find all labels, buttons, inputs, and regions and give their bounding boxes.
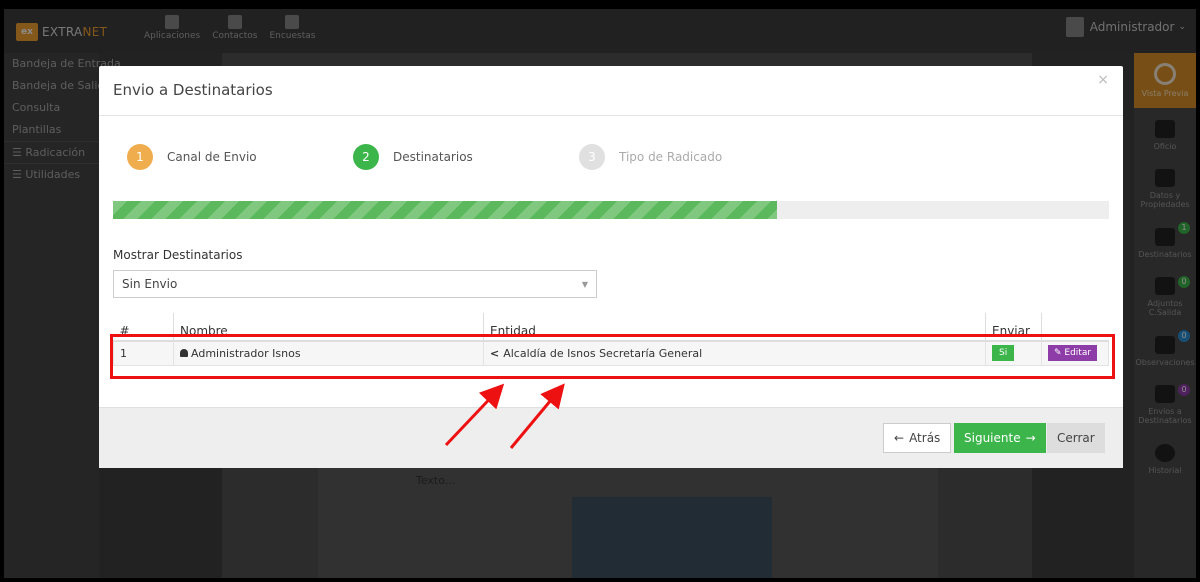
cell-nombre: Administrador Isnos: [173, 340, 484, 366]
cerrar-button[interactable]: Cerrar: [1047, 423, 1105, 453]
caret-down-icon: ▼: [581, 279, 588, 289]
cell-acciones: ✎ Editar: [1041, 340, 1109, 366]
col-nombre[interactable]: Nombre: [173, 313, 484, 342]
mostrar-destinatarios-select[interactable]: Sin Envio ▼: [113, 270, 597, 298]
table-row: 1 Administrador Isnos < Alcaldía de Isnos…: [113, 340, 1109, 366]
step-label: Destinatarios: [393, 150, 473, 164]
mostrar-destinatarios-label: Mostrar Destinatarios: [113, 248, 243, 262]
col-enviar[interactable]: Enviar: [985, 313, 1042, 342]
envio-destinatarios-modal: Envio a Destinatarios × 1 Canal de Envio…: [99, 66, 1123, 468]
editar-button[interactable]: ✎ Editar: [1048, 345, 1098, 362]
close-icon[interactable]: ×: [1097, 72, 1109, 88]
step-number: 2: [353, 144, 379, 170]
modal-header: Envio a Destinatarios ×: [99, 66, 1123, 116]
user-icon: [180, 348, 188, 357]
step-number: 1: [127, 144, 153, 170]
step-label: Tipo de Radicado: [619, 150, 723, 164]
step-label: Canal de Envio: [167, 150, 257, 164]
siguiente-button[interactable]: Siguiente →: [954, 423, 1046, 453]
step-canal-envio[interactable]: 1 Canal de Envio: [127, 144, 257, 170]
edit-icon: ✎: [1054, 348, 1065, 359]
atras-button[interactable]: ← Atrás: [883, 423, 952, 453]
destinatarios-table: # Nombre Entidad Enviar 1 Administrador …: [113, 313, 1109, 366]
cell-num: 1: [113, 340, 174, 366]
step-tipo-radicado[interactable]: 3 Tipo de Radicado: [579, 144, 722, 170]
modal-footer: ← Atrás Siguiente → Cerrar: [99, 407, 1123, 468]
arrow-left-circle-icon: ←: [894, 431, 905, 445]
arrow-right-circle-icon: →: [1025, 431, 1036, 445]
progress-fill: [113, 201, 778, 219]
col-entidad[interactable]: Entidad: [483, 313, 986, 342]
cell-enviar: Si: [985, 340, 1042, 366]
step-number: 3: [579, 144, 605, 170]
col-num: #: [113, 313, 174, 342]
table-header-row: # Nombre Entidad Enviar: [113, 313, 1109, 342]
cell-entidad: < Alcaldía de Isnos Secretaría General: [483, 340, 986, 366]
share-icon: <: [490, 346, 500, 360]
step-destinatarios[interactable]: 2 Destinatarios: [353, 144, 473, 170]
modal-title: Envio a Destinatarios: [113, 81, 273, 99]
enviar-si-button[interactable]: Si: [992, 345, 1015, 362]
wizard-progress-bar: [113, 201, 1109, 219]
wizard-steps: 1 Canal de Envio 2 Destinatarios 3 Tipo …: [127, 144, 827, 174]
col-acciones: [1041, 313, 1109, 342]
